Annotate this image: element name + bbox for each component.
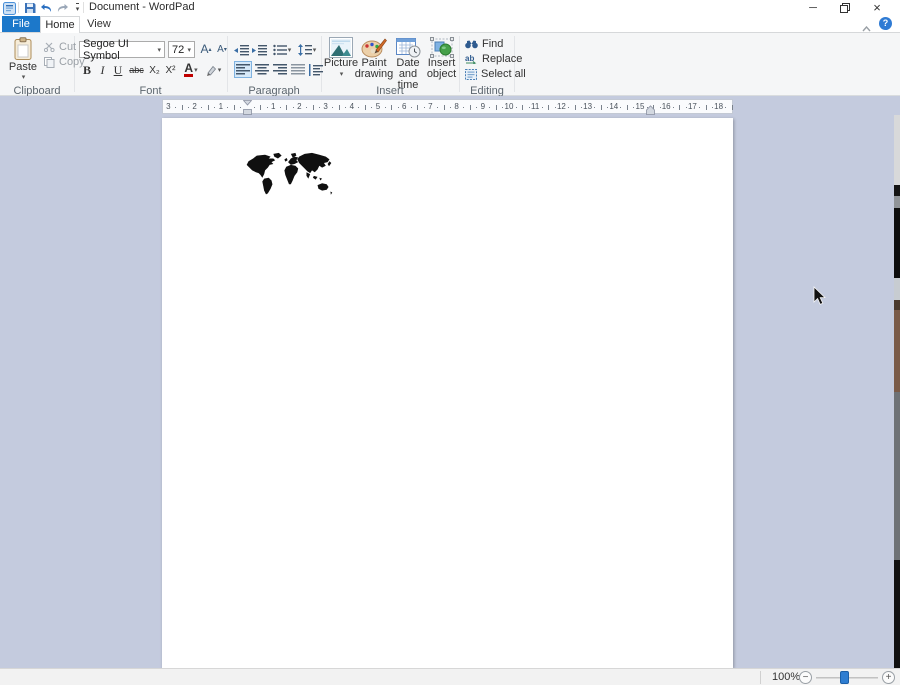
document-page[interactable] — [162, 118, 733, 668]
strikethrough-button[interactable]: abc — [127, 62, 146, 78]
bold-button[interactable]: B — [80, 62, 94, 78]
cut-scissors-icon — [44, 42, 55, 52]
bullets-button[interactable]: ▾ — [271, 42, 293, 58]
zoom-out-button[interactable]: − — [799, 671, 812, 684]
bullets-dropdown-icon: ▾ — [288, 46, 292, 54]
undo-icon[interactable] — [39, 1, 54, 15]
mouse-cursor — [813, 286, 827, 306]
restore-icon — [840, 3, 850, 13]
ruler: 321123456789101112131415161718 — [162, 99, 733, 114]
highlight-pen-icon — [205, 65, 217, 76]
paint-drawing-icon — [361, 37, 387, 58]
grow-font-button[interactable]: A▴ — [198, 41, 214, 57]
date-time-icon — [396, 37, 421, 58]
superscript-button[interactable]: X² — [163, 62, 178, 78]
zoom-level: 100% — [772, 671, 800, 683]
bullets-icon — [273, 44, 287, 56]
shrink-font-button[interactable]: A▾ — [214, 41, 230, 57]
decrease-indent-button[interactable] — [233, 42, 250, 58]
tab-view[interactable]: View — [80, 16, 118, 32]
paint-drawing-button[interactable]: Paint drawing — [357, 37, 391, 80]
window-title: Document - WordPad — [89, 1, 195, 13]
font-family-combo[interactable]: Segoe UI Symbol ▾ — [79, 41, 165, 58]
line-spacing-icon — [298, 44, 312, 56]
save-icon[interactable] — [22, 1, 37, 15]
picture-dropdown-icon: ▾ — [340, 69, 344, 80]
world-map-glyph — [243, 152, 335, 198]
insert-object-button[interactable]: Insert object — [425, 37, 458, 80]
font-color-icon: A — [184, 63, 193, 77]
insert-object-icon — [430, 37, 454, 58]
copy-icon — [44, 57, 55, 68]
picture-icon — [329, 37, 353, 58]
insert-object-label: Insert object — [425, 58, 458, 80]
background-window-sliver — [894, 115, 900, 668]
highlight-button[interactable]: ▾ — [203, 62, 223, 78]
picture-button[interactable]: Picture ▾ — [325, 37, 357, 80]
font-size-dropdown-icon: ▾ — [187, 46, 191, 54]
paragraph-settings-button[interactable] — [307, 61, 324, 78]
increase-indent-button[interactable] — [251, 42, 268, 58]
font-color-button[interactable]: A ▾ — [181, 62, 201, 78]
qat-separator — [18, 2, 19, 13]
zoom-in-button[interactable]: + — [882, 671, 895, 684]
grow-caret-icon: ▴ — [209, 46, 212, 53]
title-bar: ▾ Document - WordPad ─ × — [0, 0, 900, 16]
select-all-label: Select all — [481, 68, 526, 80]
replace-button[interactable]: ab Replace — [465, 53, 522, 65]
replace-icon: ab — [465, 54, 478, 64]
select-all-button[interactable]: Select all — [465, 68, 526, 80]
right-indent-marker[interactable] — [646, 105, 655, 115]
font-family-value: Segoe UI Symbol — [83, 38, 157, 62]
align-right-button[interactable] — [271, 61, 288, 78]
status-separator — [760, 671, 761, 684]
align-center-button[interactable] — [253, 61, 270, 78]
ribbon: Paste ▾ Cut Copy Clipboard Segoe UI Symb… — [0, 32, 900, 96]
redo-icon[interactable] — [55, 1, 70, 15]
picture-label: Picture — [324, 58, 358, 69]
group-separator — [459, 36, 460, 92]
document-workspace: 321123456789101112131415161718 — [0, 96, 900, 668]
find-binoculars-icon — [465, 39, 478, 49]
minimize-button[interactable]: ─ — [800, 0, 826, 16]
tab-home[interactable]: Home — [40, 16, 80, 33]
font-family-dropdown-icon: ▾ — [157, 46, 161, 54]
paste-clipboard-icon — [13, 37, 33, 61]
find-button[interactable]: Find — [465, 38, 503, 50]
help-button[interactable]: ? — [879, 17, 892, 30]
select-all-icon — [465, 69, 477, 80]
find-label: Find — [482, 38, 503, 50]
highlight-dropdown-icon: ▾ — [218, 66, 222, 74]
qat-separator — [83, 2, 84, 13]
cut-button[interactable]: Cut — [44, 41, 76, 53]
line-spacing-dropdown-icon: ▾ — [313, 46, 317, 54]
close-button[interactable]: × — [864, 0, 890, 16]
paste-label: Paste — [9, 61, 37, 73]
font-size-combo[interactable]: 72 ▾ — [168, 41, 195, 58]
paste-dropdown-icon: ▾ — [22, 73, 26, 81]
cut-label: Cut — [59, 41, 76, 53]
replace-label: Replace — [482, 53, 522, 65]
tab-file[interactable]: File — [2, 16, 40, 32]
status-bar: 100% − + — [0, 668, 900, 685]
wordpad-window: ▾ Document - WordPad ─ × File Home View … — [0, 0, 900, 685]
align-left-button[interactable] — [234, 61, 252, 78]
justify-button[interactable] — [289, 61, 306, 78]
ribbon-tab-row: File Home View ? — [0, 16, 900, 32]
paint-drawing-label: Paint drawing — [355, 58, 394, 80]
wordpad-app-icon[interactable] — [2, 1, 17, 15]
paste-button[interactable]: Paste ▾ — [7, 37, 39, 81]
date-and-time-button[interactable]: Date and time — [390, 37, 426, 91]
font-color-dropdown-icon: ▾ — [194, 66, 198, 74]
italic-button[interactable]: I — [96, 62, 109, 78]
shrink-caret-icon: ▾ — [224, 46, 227, 53]
font-size-value: 72 — [172, 44, 184, 56]
line-spacing-button[interactable]: ▾ — [296, 42, 318, 58]
subscript-button[interactable]: X₂ — [147, 62, 162, 78]
underline-button[interactable]: U — [111, 62, 125, 78]
zoom-slider-thumb[interactable] — [840, 671, 849, 684]
restore-button[interactable] — [832, 0, 858, 16]
indent-marker[interactable] — [243, 100, 252, 115]
